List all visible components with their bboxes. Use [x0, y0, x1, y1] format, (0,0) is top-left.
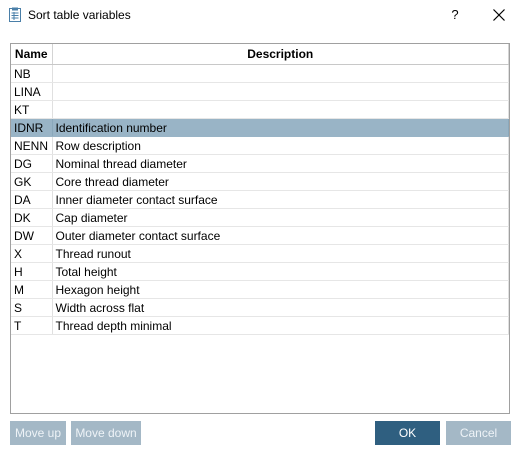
variables-table[interactable]: Name Description NB LINA KT IDNR Identificat… — [10, 43, 510, 414]
cancel-button[interactable]: Cancel — [446, 421, 511, 445]
variable-name-cell: NB — [11, 64, 53, 83]
table-row[interactable]: DG Nominal thread diameter — [11, 154, 509, 173]
variable-description-cell: Thread runout — [52, 244, 509, 263]
close-button[interactable] — [482, 0, 516, 30]
variable-name-cell: H — [11, 262, 53, 281]
variable-description-cell — [52, 64, 509, 83]
variable-description-cell: Row description — [52, 136, 509, 155]
variable-name-cell: X — [11, 244, 53, 263]
table-row[interactable]: DA Inner diameter contact surface — [11, 190, 509, 209]
variable-name-cell: DG — [11, 154, 53, 173]
variable-name-cell: KT — [11, 100, 53, 119]
variable-name-cell: S — [11, 298, 53, 317]
table-row[interactable]: GK Core thread diameter — [11, 172, 509, 191]
variable-name-cell: IDNR — [11, 118, 53, 137]
variable-description-cell: Identification number — [52, 118, 509, 137]
variable-name-cell: NENN — [11, 136, 53, 155]
ok-button[interactable]: OK — [375, 421, 440, 445]
variable-description-cell — [52, 82, 509, 101]
variable-name-cell: DK — [11, 208, 53, 227]
variable-description-cell: Core thread diameter — [52, 172, 509, 191]
variable-description-cell: Inner diameter contact surface — [52, 190, 509, 209]
dialog-table-icon — [8, 7, 22, 23]
column-header-description[interactable]: Description — [52, 44, 509, 65]
table-row[interactable]: IDNR Identification number — [11, 118, 509, 137]
window-title: Sort table variables — [28, 8, 131, 22]
variable-name-cell: DA — [11, 190, 53, 209]
table-row[interactable]: NB — [11, 64, 509, 83]
variable-description-cell: Cap diameter — [52, 208, 509, 227]
variable-description-cell: Hexagon height — [52, 280, 509, 299]
table-row[interactable]: M Hexagon height — [11, 280, 509, 299]
table-row[interactable]: DK Cap diameter — [11, 208, 509, 227]
table-row[interactable]: S Width across flat — [11, 298, 509, 317]
table-row[interactable]: NENN Row description — [11, 136, 509, 155]
column-header-name[interactable]: Name — [11, 44, 53, 65]
variable-name-cell: LINA — [11, 82, 53, 101]
variable-description-cell: Nominal thread diameter — [52, 154, 509, 173]
title-bar: Sort table variables ? — [0, 0, 520, 30]
variable-description-cell: Total height — [52, 262, 509, 281]
help-button[interactable]: ? — [440, 0, 470, 30]
table-row[interactable]: LINA — [11, 82, 509, 101]
variable-name-cell: M — [11, 280, 53, 299]
table-row[interactable]: X Thread runout — [11, 244, 509, 263]
variable-name-cell: GK — [11, 172, 53, 191]
move-down-button[interactable]: Move down — [71, 421, 141, 445]
variable-description-cell: Thread depth minimal — [52, 316, 509, 335]
table-row[interactable]: T Thread depth minimal — [11, 316, 509, 335]
close-icon — [493, 9, 505, 21]
variable-name-cell: T — [11, 316, 53, 335]
table-row[interactable]: H Total height — [11, 262, 509, 281]
variable-description-cell: Width across flat — [52, 298, 509, 317]
table-row[interactable]: KT — [11, 100, 509, 119]
table-row[interactable]: DW Outer diameter contact surface — [11, 226, 509, 245]
move-up-button[interactable]: Move up — [10, 421, 66, 445]
variable-name-cell: DW — [11, 226, 53, 245]
variable-description-cell — [52, 100, 509, 119]
variable-description-cell: Outer diameter contact surface — [52, 226, 509, 245]
